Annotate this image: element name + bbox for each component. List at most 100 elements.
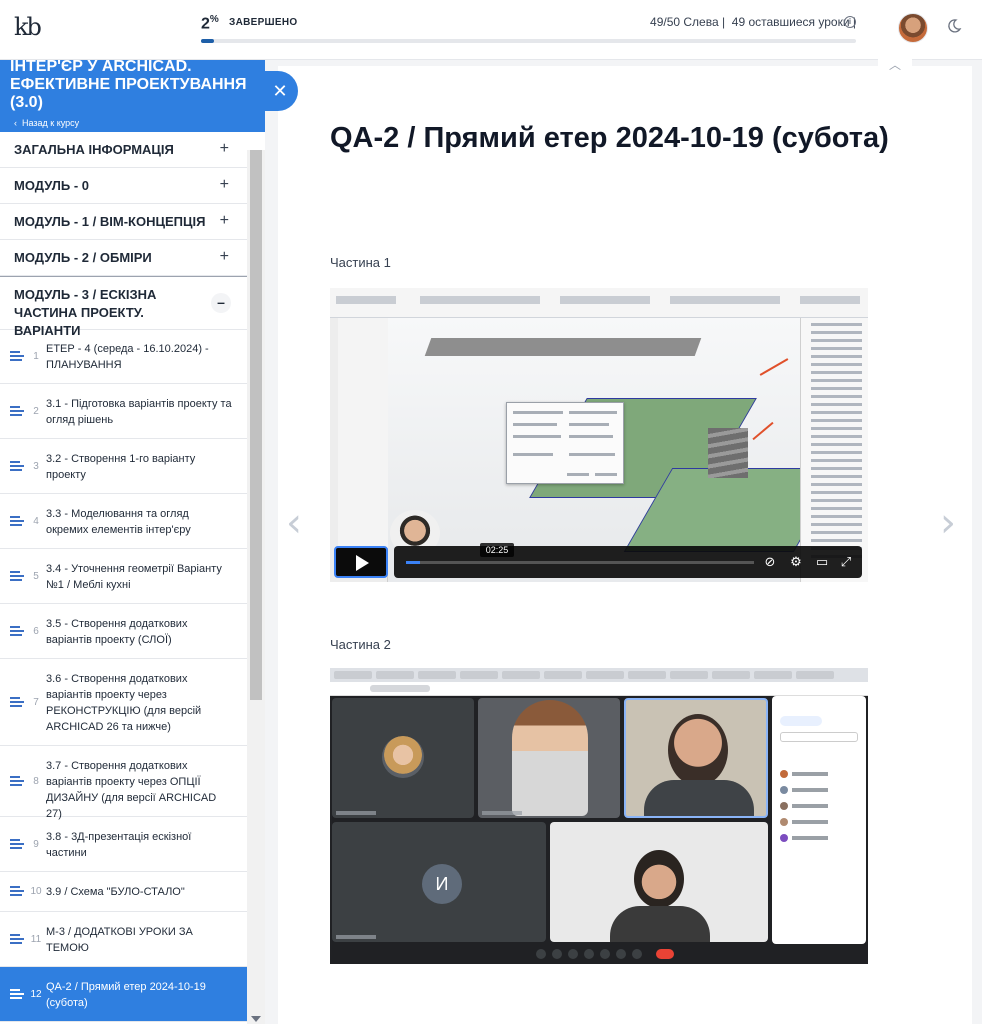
participant-row [780, 818, 858, 826]
plus-icon[interactable]: + [220, 176, 229, 194]
lesson-title: 3.6 - Створення додаткових варіантів про… [46, 673, 202, 733]
lesson-number: 12 [30, 989, 42, 1000]
lesson-item[interactable]: 3 3.2 - Створення 1-го варіанту проекту [0, 439, 247, 494]
lesson-item[interactable]: 5 3.4 - Уточнення геометрії Варіанту №1 /… [0, 549, 247, 604]
lesson-text-icon [10, 351, 24, 363]
module-3-expanded[interactable]: МОДУЛЬ - 3 / ЕСКІЗНА ЧАСТИНА ПРОЕКТУ. ВА… [0, 276, 247, 338]
lesson-title: ЕТЕР - 4 (середа - 16.10.2024) - ПЛАНУВА… [46, 343, 209, 371]
plus-icon[interactable]: + [220, 248, 229, 266]
lesson-text-icon [10, 697, 24, 709]
lesson-item[interactable]: 11 М-3 / ДОДАТКОВІ УРОКИ ЗА ТЕМОЮ [0, 912, 247, 967]
lesson-text-icon [10, 886, 24, 898]
chevron-up-icon[interactable]: ︿ [878, 56, 912, 76]
settings-gear-icon[interactable]: ⚙ [788, 554, 804, 570]
lesson-number: 5 [33, 571, 39, 582]
video-player-part-2[interactable]: И [330, 668, 868, 964]
part-1-label: Частина 1 [330, 255, 391, 270]
lesson-text-icon [10, 516, 24, 528]
lesson-text-icon [10, 839, 24, 851]
module-title: МОДУЛЬ - 0 [14, 178, 90, 193]
captions-icon[interactable] [568, 949, 578, 959]
back-to-course-label: Назад к курсу [22, 118, 80, 128]
lesson-text-icon [10, 776, 24, 788]
lesson-item[interactable]: 9 3.8 - 3Д-презентація ескізної частини [0, 817, 247, 872]
add-people-button[interactable] [780, 716, 822, 726]
lesson-title: 3.2 - Створення 1-го варіанту проекту [46, 453, 196, 481]
lesson-title: М-3 / ДОДАТКОВІ УРОКИ ЗА ТЕМОЮ [46, 926, 193, 954]
lesson-item[interactable]: 4 3.3 - Моделювання та огляд окремих елем… [0, 494, 247, 549]
lesson-number: 2 [33, 406, 39, 417]
lesson-text-icon [10, 461, 24, 473]
lessons-remaining: 49 оставшиеся уроки [731, 15, 850, 29]
lesson-item[interactable]: 10 3.9 / Схема "БУЛО-СТАЛО" [0, 872, 247, 912]
plus-icon[interactable]: + [220, 212, 229, 230]
lesson-item[interactable]: 7 3.6 - Створення додаткових варіантів пр… [0, 659, 247, 746]
lessons-left: 49/50 Слева [650, 15, 719, 29]
lesson-title: 3.4 - Уточнення геометрії Варіанту №1 / … [46, 563, 222, 591]
module-title: МОДУЛЬ - 2 / ОБМІРИ [14, 250, 152, 265]
video-control-bar: 02:25 ⊘ ⚙ ▭ ⤢ [394, 543, 862, 578]
module-1[interactable]: МОДУЛЬ - 1 / BIM-КОНЦЕПЦІЯ + [0, 204, 247, 240]
picture-in-picture-icon[interactable]: ▭ [814, 554, 830, 570]
lesson-title: 3.5 - Створення додаткових варіантів про… [46, 618, 188, 646]
lesson-number: 9 [33, 839, 39, 850]
info-icon[interactable]: i [844, 16, 856, 28]
meet-control-bar [330, 944, 868, 964]
course-title: ІНТЕР'ЄР У ARCHICAD. ЕФЕКТИВНЕ ПРОЕКТУВА… [10, 60, 247, 111]
video-seek-progress [406, 561, 420, 564]
lesson-item[interactable]: 12 QA-2 / Прямий етер 2024-10-19 (субота) [0, 967, 247, 1022]
lesson-number: 10 [30, 886, 42, 897]
user-avatar[interactable] [898, 13, 928, 43]
end-call-button[interactable] [656, 949, 674, 959]
lesson-number: 1 [33, 351, 39, 362]
module-general-info[interactable]: ЗАГАЛЬНА ІНФОРМАЦІЯ + [0, 132, 247, 168]
site-logo[interactable]: kb [14, 12, 46, 42]
chevron-left-icon: ‹ [14, 118, 17, 128]
video-player-part-1[interactable]: 02:25 ⊘ ⚙ ▭ ⤢ [330, 288, 868, 582]
top-header: kb 2% ЗАВЕРШЕНО 49/50 Слева | 49 оставши… [0, 0, 982, 60]
video-seek-bar[interactable]: 02:25 [406, 543, 754, 564]
fullscreen-icon[interactable]: ⤢ [838, 554, 854, 570]
sidebar-scrollbar[interactable] [247, 150, 265, 1024]
lesson-text-icon [10, 626, 24, 638]
participant-tile [550, 822, 768, 942]
lesson-item[interactable]: 1 ЕТЕР - 4 (середа - 16.10.2024) - ПЛАНУВ… [0, 330, 247, 384]
moon-icon[interactable] [946, 18, 962, 34]
minus-icon[interactable]: – [211, 293, 231, 313]
participant-tile [478, 698, 620, 818]
play-button[interactable] [334, 546, 388, 578]
lesson-item[interactable]: 8 3.7 - Створення додаткових варіантів пр… [0, 746, 247, 820]
module-2[interactable]: МОДУЛЬ - 2 / ОБМІРИ + [0, 240, 247, 276]
emoji-icon[interactable] [584, 949, 594, 959]
prev-lesson-arrow[interactable]: ‹ [286, 500, 302, 546]
mute-icon[interactable]: ⊘ [762, 554, 778, 570]
present-icon[interactable] [600, 949, 610, 959]
lesson-text-icon [10, 571, 24, 583]
back-to-course-link[interactable]: ‹ Назад к курсу [14, 118, 79, 128]
part-2-label: Частина 2 [330, 637, 391, 652]
annotation-arrow [752, 421, 774, 441]
module-0[interactable]: МОДУЛЬ - 0 + [0, 168, 247, 204]
video-controls: 02:25 ⊘ ⚙ ▭ ⤢ [330, 542, 868, 582]
lesson-title: 3.7 - Створення додаткових варіантів про… [46, 760, 217, 820]
more-icon[interactable] [632, 949, 642, 959]
participant-avatar-letter: И [422, 864, 462, 904]
people-search-input[interactable] [780, 732, 858, 742]
browser-address-bar [330, 682, 868, 696]
lesson-text-icon [10, 989, 24, 1001]
scroll-down-icon[interactable] [251, 1016, 261, 1022]
course-header: ІНТЕР'ЄР У ARCHICAD. ЕФЕКТИВНЕ ПРОЕКТУВА… [0, 60, 265, 132]
lessons-counter: 49/50 Слева | 49 оставшиеся уроки | [650, 15, 856, 29]
lesson-title: 3.9 / Схема "БУЛО-СТАЛО" [46, 886, 185, 898]
mic-icon[interactable] [536, 949, 546, 959]
plus-icon[interactable]: + [220, 140, 229, 158]
scrollbar-thumb[interactable] [250, 150, 262, 700]
hand-icon[interactable] [616, 949, 626, 959]
participant-tile [332, 698, 474, 818]
lesson-item[interactable]: 6 3.5 - Створення додаткових варіантів пр… [0, 604, 247, 659]
next-lesson-arrow[interactable]: › [940, 500, 956, 546]
lesson-item[interactable]: 2 3.1 - Підготовка варіантів проекту та о… [0, 384, 247, 439]
camera-icon[interactable] [552, 949, 562, 959]
archicad-toolbar [330, 288, 868, 318]
module-title: МОДУЛЬ - 1 / BIM-КОНЦЕПЦІЯ [14, 214, 206, 229]
